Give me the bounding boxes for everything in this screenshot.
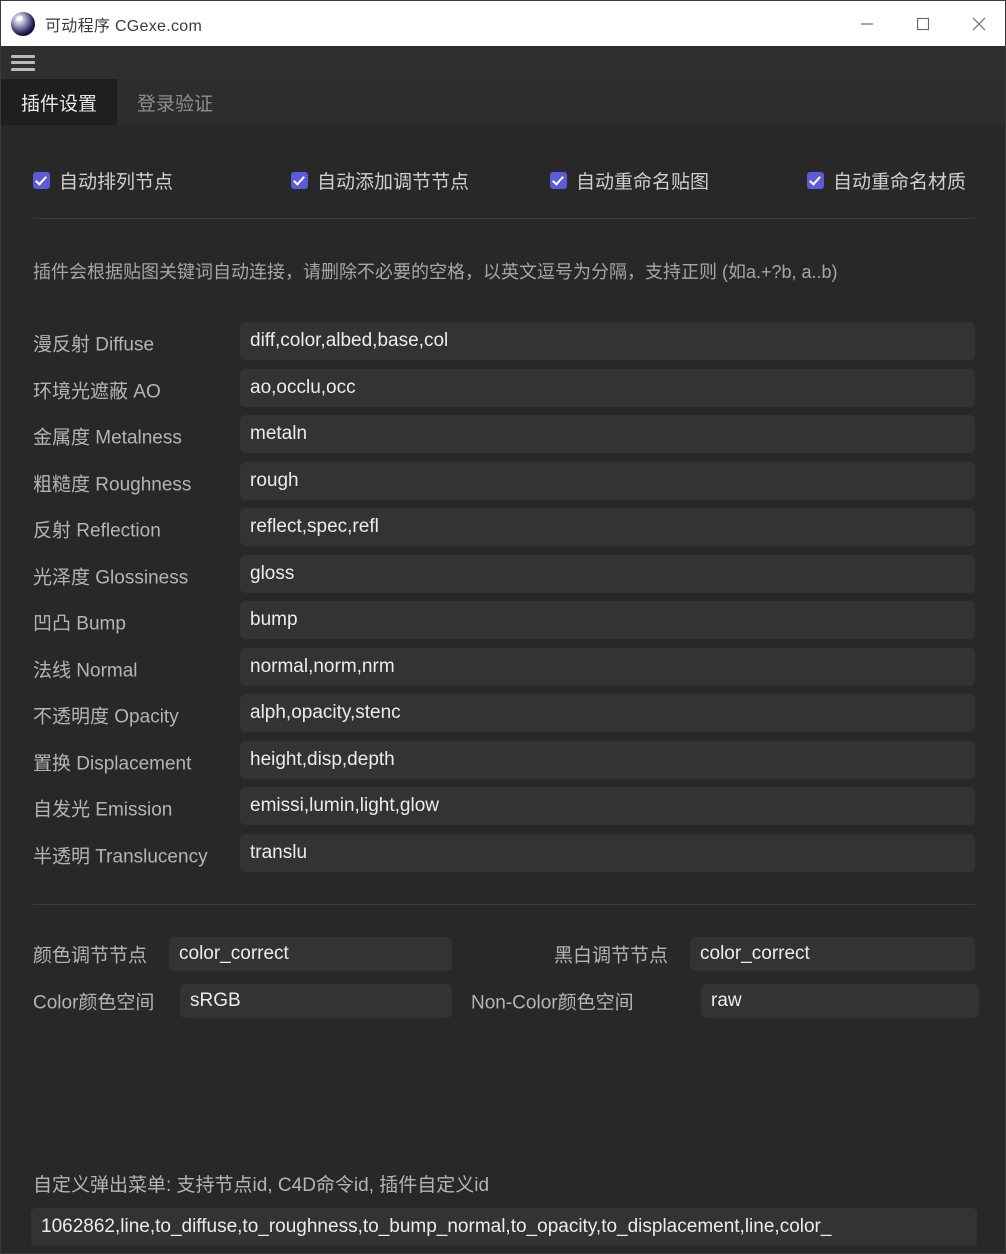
keyword-hint-text: 插件会根据贴图关键词自动连接，请删除不必要的空格，以英文逗号为分隔，支持正则 (… (33, 262, 838, 282)
field-bw-correct-node-label: 黑白调节节点 (554, 945, 669, 967)
tab-plugin-settings[interactable]: 插件设置 (1, 79, 118, 125)
checkbox-auto-rename-texture-label: 自动重命名贴图 (576, 171, 710, 193)
custom-menu-label: 自定义弹出菜单: 支持节点id, C4D命令id, 插件自定义id (33, 1175, 490, 1196)
checkbox-auto-rename-material-label: 自动重命名材质 (833, 171, 967, 193)
row-emission-input[interactable] (240, 787, 975, 825)
maximize-icon[interactable] (895, 1, 951, 46)
row-diffuse-input[interactable] (240, 322, 975, 360)
tab-login-verify-label: 登录验证 (137, 93, 214, 115)
row-reflection: 反射 Reflection (1, 506, 1005, 553)
hamburger-menu-icon[interactable] (11, 54, 35, 72)
row-bump: 凹凸 Bump (1, 599, 1005, 646)
row-glossiness-label: 光泽度 Glossiness (33, 567, 189, 589)
checkbox-auto-arrange-nodes-label: 自动排列节点 (59, 171, 174, 193)
field-color-correct-node-label: 颜色调节节点 (33, 945, 148, 967)
tab-plugin-settings-label: 插件设置 (21, 93, 98, 115)
row-normal-label: 法线 Normal (33, 660, 138, 682)
minimize-icon[interactable] (839, 1, 895, 46)
checkmark-icon (33, 171, 50, 189)
menu-strip (1, 46, 1005, 79)
title-bar: 可动程序 CGexe.com (1, 1, 1005, 46)
window-controls (839, 1, 1005, 46)
row-diffuse: 漫反射 Diffuse (1, 320, 1005, 367)
row-roughness-label: 粗糙度 Roughness (33, 474, 192, 496)
row-normal-input[interactable] (240, 647, 975, 686)
row-bump-input[interactable] (240, 601, 975, 639)
row-normal: 法线 Normal (1, 646, 1005, 693)
checkbox-auto-add-adjust-node[interactable]: 自动添加调节节点 (291, 165, 469, 195)
field-color-space: Color颜色空间 (33, 984, 458, 1018)
row-reflection-input[interactable] (240, 508, 975, 546)
row-emission: 自发光 Emission (1, 785, 1005, 832)
field-bw-correct-node-input[interactable] (690, 937, 975, 971)
row-translucency: 半透明 Translucency (1, 832, 1005, 879)
row-emission-label: 自发光 Emission (33, 799, 173, 821)
row-glossiness-input[interactable] (240, 554, 975, 593)
row-ao: 环境光遮蔽 AO (1, 367, 1005, 414)
field-color-space-input[interactable] (180, 984, 452, 1018)
checkmark-icon (291, 171, 308, 189)
row-bump-label: 凹凸 Bump (33, 613, 126, 635)
divider-bottom (33, 904, 975, 905)
c4d-sphere-logo-icon (11, 11, 35, 36)
checkbox-auto-rename-texture[interactable]: 自动重命名贴图 (550, 165, 709, 195)
row-opacity-label: 不透明度 Opacity (33, 706, 179, 728)
checkbox-auto-rename-material[interactable]: 自动重命名材质 (807, 165, 966, 195)
row-metalness-label: 金属度 Metalness (33, 427, 182, 449)
row-opacity-input[interactable] (240, 694, 975, 732)
field-color-space-label: Color颜色空间 (33, 992, 155, 1014)
row-displacement-label: 置换 Displacement (33, 753, 192, 775)
field-noncolor-space-input[interactable] (701, 984, 979, 1018)
tab-login-verify[interactable]: 登录验证 (117, 79, 233, 125)
row-roughness: 粗糙度 Roughness (1, 460, 1005, 507)
checkbox-auto-arrange-nodes[interactable]: 自动排列节点 (33, 165, 173, 195)
checkmark-icon (550, 171, 567, 189)
options-checkbox-row: 自动排列节点 自动添加调节节点 自动重命名贴图 自动重命名材质 (1, 165, 1005, 205)
keyword-rows: 漫反射 Diffuse 环境光遮蔽 AO 金属度 Metalness 粗糙度 R… (1, 320, 1005, 879)
row-opacity: 不透明度 Opacity (1, 692, 1005, 739)
row-translucency-label: 半透明 Translucency (33, 846, 208, 868)
row-displacement: 置换 Displacement (1, 739, 1005, 786)
field-color-correct-node: 颜色调节节点 (33, 937, 458, 971)
field-bw-correct-node: 黑白调节节点 (554, 937, 979, 971)
tab-bar: 插件设置 登录验证 (1, 79, 1005, 125)
row-translucency-input[interactable] (240, 833, 975, 872)
row-diffuse-label: 漫反射 Diffuse (33, 334, 155, 356)
checkbox-auto-add-adjust-node-label: 自动添加调节节点 (317, 171, 470, 193)
row-glossiness: 光泽度 Glossiness (1, 553, 1005, 600)
row-displacement-input[interactable] (240, 740, 975, 779)
row-roughness-input[interactable] (240, 461, 975, 500)
row-reflection-label: 反射 Reflection (33, 520, 161, 542)
window-title: 可动程序 CGexe.com (45, 17, 203, 35)
field-color-correct-node-input[interactable] (169, 937, 452, 971)
plugin-settings-window: 可动程序 CGexe.com 插件设置 登录验证 自动排列节点 自动添加调节节点… (0, 0, 1006, 1254)
field-noncolor-space: Non-Color颜色空间 (471, 984, 979, 1018)
row-metalness: 金属度 Metalness (1, 413, 1005, 460)
field-noncolor-space-label: Non-Color颜色空间 (471, 992, 634, 1014)
row-ao-input[interactable] (240, 368, 975, 407)
checkmark-icon (807, 171, 824, 189)
settings-panel: 自动排列节点 自动添加调节节点 自动重命名贴图 自动重命名材质 插件会根据贴图关… (1, 125, 1005, 1253)
close-icon[interactable] (951, 1, 1005, 46)
divider-top (33, 218, 975, 219)
custom-menu-input[interactable] (31, 1208, 977, 1246)
row-metalness-input[interactable] (240, 415, 975, 453)
row-ao-label: 环境光遮蔽 AO (33, 381, 161, 403)
